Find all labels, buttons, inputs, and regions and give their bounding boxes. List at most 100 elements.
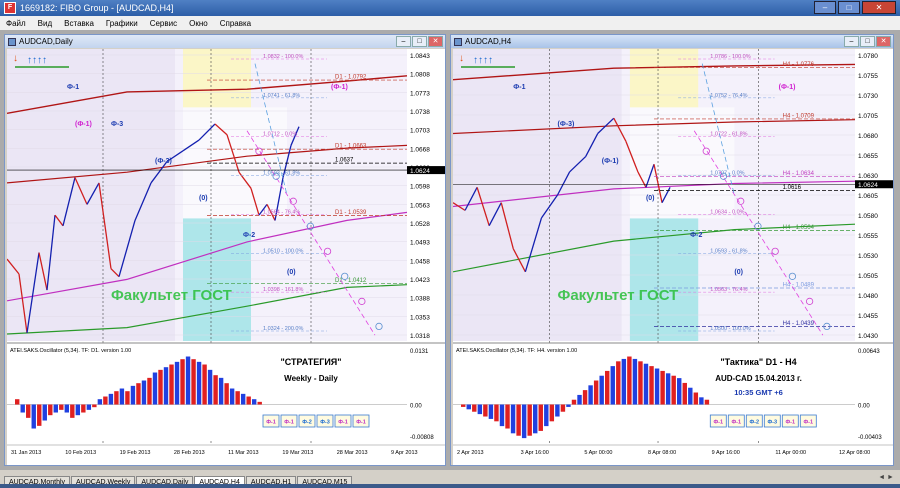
maximize-button[interactable]: □ [838, 1, 860, 14]
oscillator-bar [119, 388, 125, 405]
oscillator-bar [566, 404, 571, 407]
oscillator-bar [671, 375, 676, 405]
close-button[interactable]: ✕ [428, 36, 443, 47]
oscillator-bar [466, 404, 471, 410]
fib-level-label: 1.0563 - 76.4% [710, 287, 747, 293]
oscillator-bar [510, 404, 516, 434]
oscillator-bar [599, 375, 604, 405]
menu-window[interactable]: Окно [189, 19, 208, 28]
oscillator-bar [516, 404, 521, 436]
oscillator-bar [48, 404, 53, 416]
close-button[interactable]: ✕ [862, 1, 896, 14]
oscillator-bar [610, 366, 615, 405]
fib-level-label: 1.0500 - 100.0% [710, 326, 750, 332]
oscillator-bar [196, 361, 202, 405]
oscillator-bar [75, 404, 81, 416]
wave-label: Ф-2 [690, 232, 702, 239]
oscillator-bar [582, 390, 588, 405]
oscillator-bar [64, 404, 70, 413]
wave-button-label[interactable]: Ф-3 [320, 420, 330, 426]
chart-window-caption[interactable]: AUDCAD,Daily – □ ✕ [5, 35, 445, 48]
maximize-button[interactable]: □ [412, 36, 427, 47]
wave-label: (Ф-3) [558, 121, 575, 128]
close-button[interactable]: ✕ [876, 36, 891, 47]
menu-insert[interactable]: Вставка [64, 19, 94, 28]
minimize-button[interactable]: – [814, 1, 836, 14]
menu-tools[interactable]: Сервис [150, 19, 177, 28]
oscillator-bar [31, 404, 36, 429]
chart-window-title: AUDCAD,H4 [465, 37, 512, 46]
oscillator-bar [185, 356, 191, 405]
oscillator-bar [180, 359, 185, 405]
oscillator-bar [688, 387, 693, 405]
y-tick-label: 1.0755 [858, 73, 878, 80]
menu-charts[interactable]: Графики [106, 19, 138, 28]
oscillator-bar [108, 393, 114, 405]
maximize-button[interactable]: □ [860, 36, 875, 47]
wave-button-label[interactable]: Ф-1 [731, 420, 741, 426]
chart-pane[interactable]: 1.0843 1.0808 1.0773 1.0738 1.0703 1.0668 1.06… [7, 49, 445, 465]
chart-pane[interactable]: 1.0780 1.0755 1.0730 1.0705 1.0680 1.0655 1.06… [453, 49, 893, 465]
y-tick-label: 1.0780 [858, 53, 878, 60]
y-tick-label: 1.0388 [410, 296, 430, 303]
oscillator-bar [163, 367, 169, 405]
wave-button-label[interactable]: Ф-1 [338, 420, 348, 426]
h4-chart-svg[interactable]: 1.0780 1.0755 1.0730 1.0705 1.0680 1.0655 1.06… [453, 49, 893, 465]
wave-label: (0) [646, 195, 655, 202]
wave-button-label[interactable]: Ф-2 [749, 420, 759, 426]
y-tick-label: 1.0668 [410, 146, 430, 153]
oscillator-bar [147, 377, 152, 405]
oscillator-bar [174, 361, 180, 405]
oscillator-bar [251, 399, 257, 405]
x-tick-label: 10 Feb 2013 [65, 450, 96, 456]
wave-button-label[interactable]: Ф-1 [785, 420, 795, 426]
oscillator-bar [677, 378, 682, 405]
y-tick-label: 1.0630 [858, 173, 878, 180]
wave-button-label[interactable]: Ф-1 [356, 420, 366, 426]
oscillator-bar [560, 404, 566, 412]
chart-window-h4[interactable]: AUDCAD,H4 – □ ✕ 1.0780 1.0755 1.0730 1.0705… [450, 34, 894, 466]
taskbar [0, 484, 900, 488]
y-tick-label: 1.0598 [410, 184, 430, 191]
fib-level-label: 1.0593 - 61.8% [710, 248, 747, 254]
fib-level-label: 1.0707 - 0.0% [710, 171, 744, 177]
y-tick-label: 1.0773 [410, 90, 430, 97]
minimize-button[interactable]: – [396, 36, 411, 47]
oscillator-bar [158, 369, 163, 405]
chart-window-daily[interactable]: AUDCAD,Daily – □ ✕ 1.0843 1.0808 1.0773 1.0… [4, 34, 446, 466]
mdi-workspace: AUDCAD,Daily – □ ✕ 1.0843 1.0808 1.0773 1.0… [0, 30, 900, 470]
chart-window-caption[interactable]: AUDCAD,H4 – □ ✕ [451, 35, 893, 48]
y-tick-label: 1.0680 [858, 133, 878, 140]
oscillator-bar [538, 404, 543, 431]
wave-button-label[interactable]: Ф-1 [803, 420, 813, 426]
minimize-button[interactable]: – [844, 36, 859, 47]
wave-label: Ф-2 [243, 232, 255, 239]
trend-arrow-icon: ↓ [459, 53, 464, 64]
menu-view[interactable]: Вид [38, 19, 52, 28]
wave-button-label[interactable]: Ф-2 [302, 420, 312, 426]
daily-chart-svg[interactable]: 1.0843 1.0808 1.0773 1.0738 1.0703 1.0668 1.06… [7, 49, 445, 465]
oscillator-bar [505, 404, 510, 429]
tab-scroll-arrows[interactable]: ◄ ► [878, 474, 894, 481]
oscillator-bar [660, 370, 665, 405]
wave-label: Ф-1 [513, 84, 525, 91]
wave-button-label[interactable]: Ф-1 [713, 420, 723, 426]
menu-help[interactable]: Справка [220, 19, 251, 28]
wave-button-label[interactable]: Ф-1 [266, 420, 276, 426]
osc-tick-label: -0.00808 [410, 435, 434, 441]
chart-icon [8, 37, 16, 46]
y-tick-label: 1.0430 [858, 333, 878, 340]
y-tick-label: 1.0493 [410, 240, 430, 247]
y-tick-label: 1.0530 [858, 253, 878, 260]
menu-file[interactable]: Файл [6, 19, 26, 28]
oscillator-bar [488, 404, 494, 419]
wave-button-label[interactable]: Ф-3 [767, 420, 777, 426]
oscillator-bar [136, 383, 141, 405]
oscillator-bar [477, 404, 483, 415]
fib-level-label: 1.0324 - 200.0% [263, 326, 303, 332]
level-label: H4 - 1.0439 [783, 321, 815, 327]
y-tick-label: 1.0455 [858, 313, 878, 320]
oscillator-label: ATEI.SAKS.Oscillator (5,34). TF: D1. ver… [10, 348, 131, 354]
wave-button-label[interactable]: Ф-1 [284, 420, 294, 426]
oscillator-bar [499, 404, 505, 427]
